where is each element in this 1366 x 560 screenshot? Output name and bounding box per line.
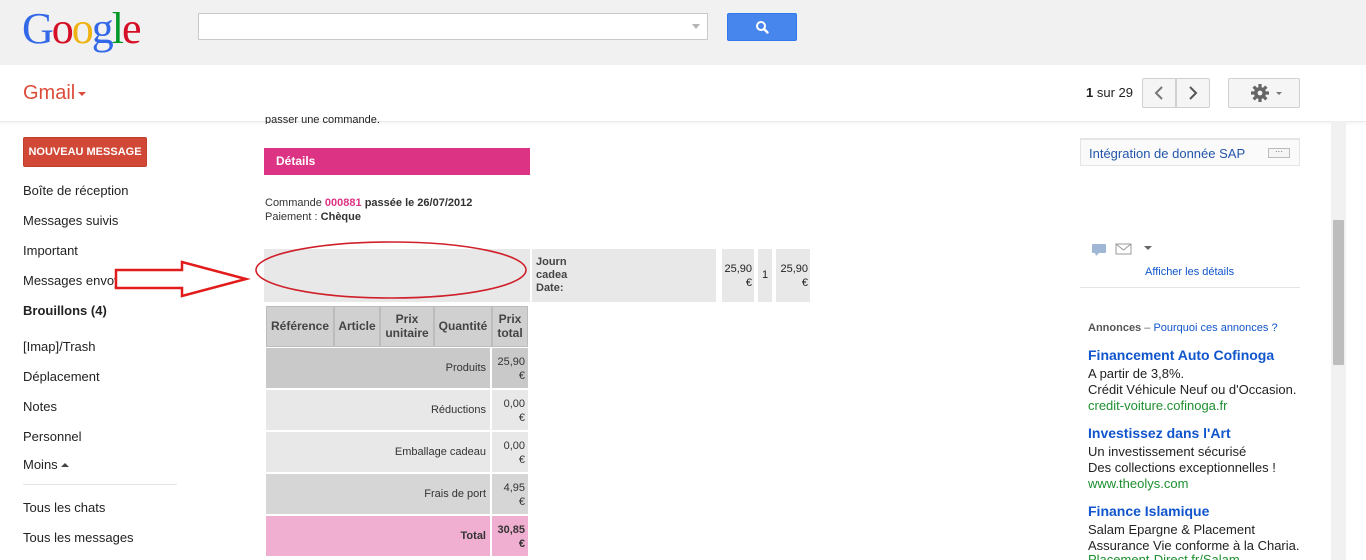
mail-icon[interactable]	[1115, 243, 1132, 255]
sap-integration-link[interactable]: Intégration de donnée SAP	[1089, 146, 1245, 161]
ad-title[interactable]: Finance Islamique	[1088, 503, 1209, 519]
ad-url[interactable]: www.theolys.com	[1088, 476, 1188, 491]
ads-label: Annonces	[1088, 322, 1142, 334]
ad-text: A partir de 3,8%.	[1088, 366, 1185, 381]
ad-text: Crédit Véhicule Neuf ou d'Occasion.	[1088, 382, 1297, 397]
chat-icon[interactable]	[1092, 244, 1106, 256]
why-these-ads-link[interactable]: Pourquoi ces annonces ?	[1153, 322, 1277, 334]
red-ellipse-highlight	[255, 241, 527, 299]
ad-text: Assurance Vie conforme à la Charia.	[1088, 538, 1300, 553]
right-panel-divider	[1080, 287, 1300, 288]
ads-dash: –	[1144, 322, 1151, 334]
contact-actions	[1092, 242, 1156, 261]
red-arrow-icon	[114, 260, 251, 298]
more-options-button[interactable]: ···	[1268, 148, 1290, 158]
ad-title[interactable]: Investissez dans l'Art	[1088, 425, 1231, 441]
ad-text: Un investissement sécurisé	[1088, 444, 1247, 459]
ad-text: Des collections exceptionnelles !	[1088, 460, 1276, 475]
ad-title[interactable]: Financement Auto Cofinoga	[1088, 347, 1274, 363]
ad-url[interactable]: credit-voiture.cofinoga.fr	[1088, 398, 1227, 413]
ad-url[interactable]: Placement-Direct.fr/Salam	[1088, 553, 1240, 560]
show-details-link[interactable]: Afficher les détails	[1145, 266, 1234, 278]
chevron-down-icon[interactable]	[1144, 246, 1152, 250]
scrollbar-thumb[interactable]	[1333, 220, 1344, 365]
ad-text: Salam Epargne & Placement	[1088, 522, 1255, 537]
ads-header: Annonces – Pourquoi ces annonces ?	[1088, 322, 1278, 334]
